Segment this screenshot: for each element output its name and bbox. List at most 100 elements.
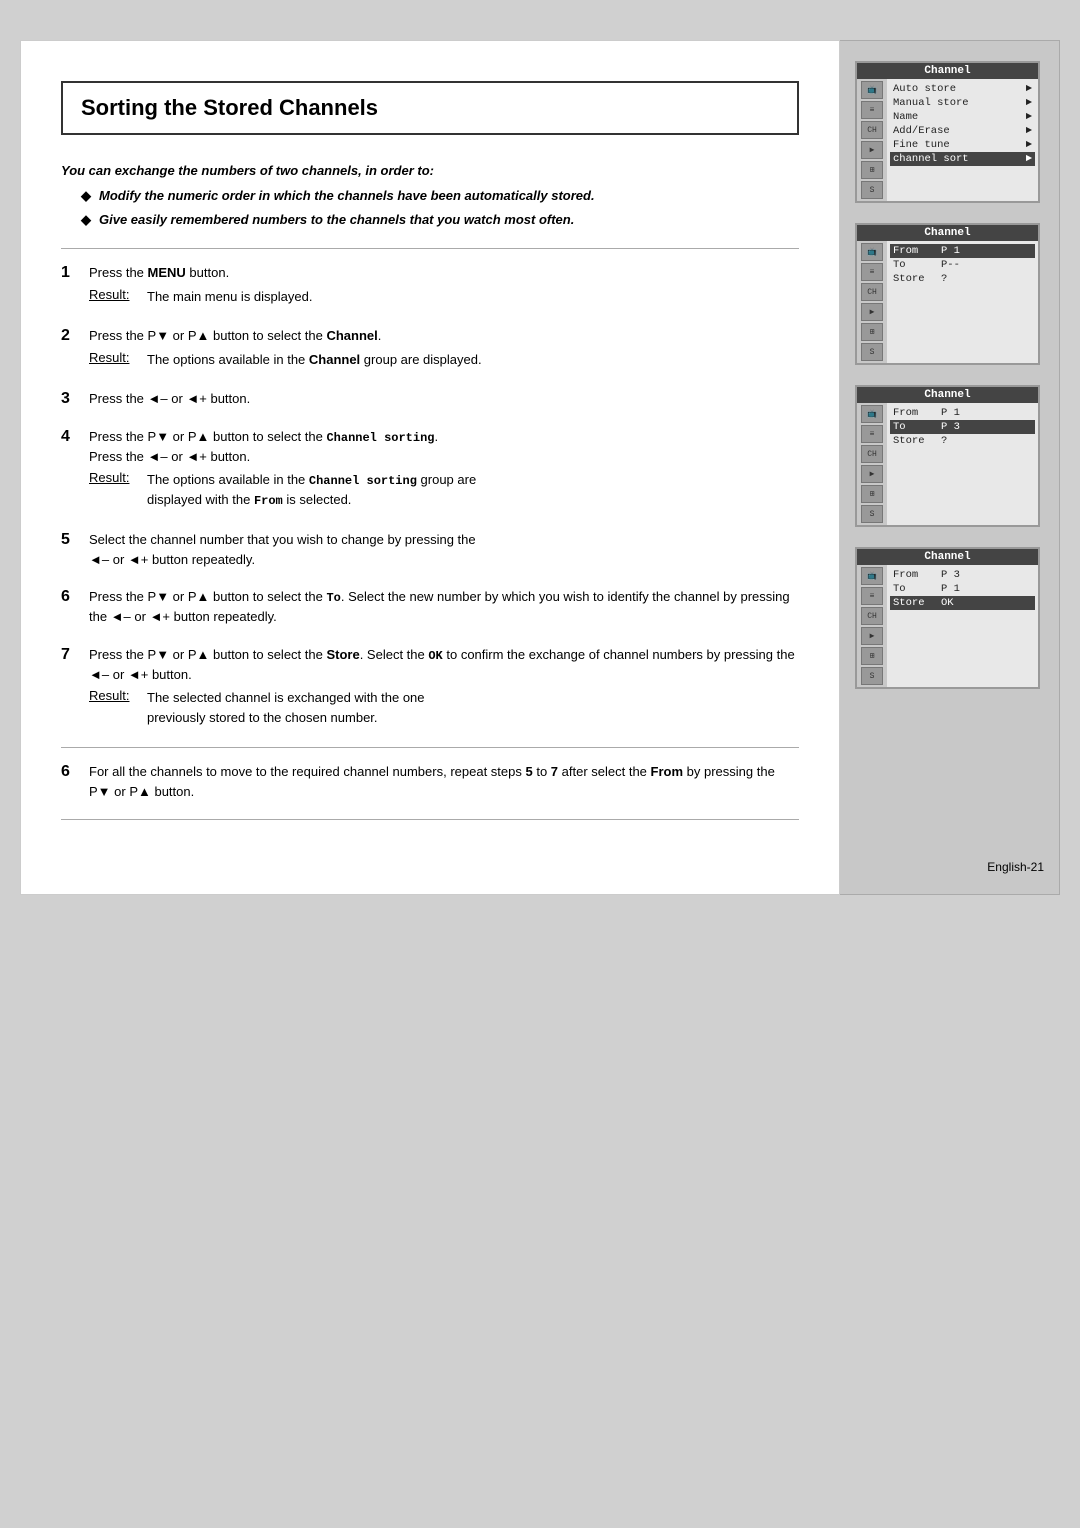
icon-ch-2: CH [861, 283, 883, 301]
sort-from-2: FromP 1 [890, 244, 1035, 258]
step-6b-number: 6 [61, 763, 89, 781]
icon-menu-3: ≡ [861, 425, 883, 443]
divider-2 [61, 747, 799, 748]
divider-3 [61, 819, 799, 820]
screen1-menu: Auto store► Manual store► Name► Add/Eras… [887, 79, 1038, 201]
step-7: 7 Press the P▼ or P▲ button to select th… [61, 645, 799, 734]
sort-from-3: FromP 1 [893, 406, 1032, 420]
bullet-item-2: ◆ Give easily remembered numbers to the … [81, 212, 799, 228]
screen-mockup-4: Channel 📺 ≡ CH ▶ ⊞ S FromP 3 ToP 1 Store… [855, 547, 1040, 689]
step-2-text: Press the P▼ or P▲ button to select the … [89, 326, 799, 346]
icon-vol-4: ▶ [861, 627, 883, 645]
screen-mockup-1: Channel 📺 ≡ CH ▶ ⊞ S Auto store► Manual … [855, 61, 1040, 203]
screen2-title: Channel [857, 225, 1038, 241]
icon-tv-3: 📺 [861, 405, 883, 423]
step-1-result: Result: The main menu is displayed. [89, 287, 799, 307]
icon-grid-2: ⊞ [861, 323, 883, 341]
divider-1 [61, 248, 799, 249]
menu-manual-store: Manual store► [893, 96, 1032, 110]
step-1-result-label: Result: [89, 287, 147, 302]
sort-store-4: StoreOK [890, 596, 1035, 610]
step-7-number: 7 [61, 646, 89, 664]
sort-from-4: FromP 3 [893, 568, 1032, 582]
icon-vol-3: ▶ [861, 465, 883, 483]
screen1-icons: 📺 ≡ CH ▶ ⊞ S [857, 79, 887, 201]
step-2-result-label: Result: [89, 350, 147, 365]
screen1-title: Channel [857, 63, 1038, 79]
step-7-text: Press the P▼ or P▲ button to select the … [89, 645, 799, 685]
step-1-number: 1 [61, 264, 89, 282]
right-panel: Channel 📺 ≡ CH ▶ ⊞ S Auto store► Manual … [840, 40, 1060, 895]
screen4-icons: 📺 ≡ CH ▶ ⊞ S [857, 565, 887, 687]
screen3-icons: 📺 ≡ CH ▶ ⊞ S [857, 403, 887, 525]
step-5-text: Select the channel number that you wish … [89, 530, 799, 569]
step-7-content: Press the P▼ or P▲ button to select the … [89, 645, 799, 734]
step-2: 2 Press the P▼ or P▲ button to select th… [61, 326, 799, 375]
step-3-content: Press the ◄– or ◄+ button. [89, 389, 799, 413]
icon-ch-1: CH [861, 121, 883, 139]
icon-tv-2: 📺 [861, 243, 883, 261]
step-6-number: 6 [61, 588, 89, 606]
step-4-content: Press the P▼ or P▲ button to select the … [89, 427, 799, 517]
step-6b: 6 For all the channels to move to the re… [61, 762, 799, 805]
screen2-icons: 📺 ≡ CH ▶ ⊞ S [857, 241, 887, 363]
step-7-result-label: Result: [89, 688, 147, 703]
step-2-result-text: The options available in the Channel gro… [147, 350, 482, 370]
menu-fine-tune: Fine tune► [893, 138, 1032, 152]
step-7-result: Result: The selected channel is exchange… [89, 688, 799, 727]
sort-to-3: ToP 3 [890, 420, 1035, 434]
icon-tv-4: 📺 [861, 567, 883, 585]
step-1-content: Press the MENU button. Result: The main … [89, 263, 799, 312]
step-3: 3 Press the ◄– or ◄+ button. [61, 389, 799, 413]
step-4: 4 Press the P▼ or P▲ button to select th… [61, 427, 799, 517]
icon-ch-4: CH [861, 607, 883, 625]
icon-vol-1: ▶ [861, 141, 883, 159]
step-2-content: Press the P▼ or P▲ button to select the … [89, 326, 799, 375]
screen3-title: Channel [857, 387, 1038, 403]
step-6b-content: For all the channels to move to the requ… [89, 762, 799, 805]
icon-ch-3: CH [861, 445, 883, 463]
step-7-result-text: The selected channel is exchanged with t… [147, 688, 425, 727]
step-6-content: Press the P▼ or P▲ button to select the … [89, 587, 799, 631]
icon-s-2: S [861, 343, 883, 361]
screen4-title: Channel [857, 549, 1038, 565]
screen1-body: 📺 ≡ CH ▶ ⊞ S Auto store► Manual store► N… [857, 79, 1038, 201]
screen4-body: 📺 ≡ CH ▶ ⊞ S FromP 3 ToP 1 StoreOK [857, 565, 1038, 687]
step-1-text: Press the MENU button. [89, 263, 799, 283]
bullet-list: ◆ Modify the numeric order in which the … [81, 188, 799, 228]
step-1: 1 Press the MENU button. Result: The mai… [61, 263, 799, 312]
menu-name: Name► [893, 110, 1032, 124]
screen3-menu: FromP 1 ToP 3 Store? [887, 403, 1038, 525]
step-6-text: Press the P▼ or P▲ button to select the … [89, 587, 799, 627]
icon-s-1: S [861, 181, 883, 199]
icon-menu-2: ≡ [861, 263, 883, 281]
menu-channel-sort: channel sort► [890, 152, 1035, 166]
screen-mockup-2: Channel 📺 ≡ CH ▶ ⊞ S FromP 1 ToP-- Store… [855, 223, 1040, 365]
page-title: Sorting the Stored Channels [61, 81, 799, 135]
icon-grid-1: ⊞ [861, 161, 883, 179]
bullet-text-1: Modify the numeric order in which the ch… [99, 188, 595, 203]
icon-tv-1: 📺 [861, 81, 883, 99]
sort-to-2: ToP-- [893, 258, 1032, 272]
menu-add-erase: Add/Erase► [893, 124, 1032, 138]
step-4-result-text: The options available in the Channel sor… [147, 470, 476, 510]
main-content: Sorting the Stored Channels You can exch… [20, 40, 840, 895]
page-container: Sorting the Stored Channels You can exch… [20, 40, 1060, 895]
screen3-body: 📺 ≡ CH ▶ ⊞ S FromP 1 ToP 3 Store? [857, 403, 1038, 525]
bullet-item-1: ◆ Modify the numeric order in which the … [81, 188, 799, 204]
icon-s-4: S [861, 667, 883, 685]
icon-grid-4: ⊞ [861, 647, 883, 665]
step-6: 6 Press the P▼ or P▲ button to select th… [61, 587, 799, 631]
footer-text: English-21 [855, 830, 1044, 874]
icon-s-3: S [861, 505, 883, 523]
menu-auto-store: Auto store► [893, 82, 1032, 96]
icon-grid-3: ⊞ [861, 485, 883, 503]
step-6b-text: For all the channels to move to the requ… [89, 762, 799, 801]
sort-to-4: ToP 1 [893, 582, 1032, 596]
bullet-diamond-1: ◆ [81, 188, 91, 204]
step-3-text: Press the ◄– or ◄+ button. [89, 389, 799, 409]
icon-vol-2: ▶ [861, 303, 883, 321]
step-4-result: Result: The options available in the Cha… [89, 470, 799, 510]
step-5: 5 Select the channel number that you wis… [61, 530, 799, 573]
step-1-result-text: The main menu is displayed. [147, 287, 312, 307]
